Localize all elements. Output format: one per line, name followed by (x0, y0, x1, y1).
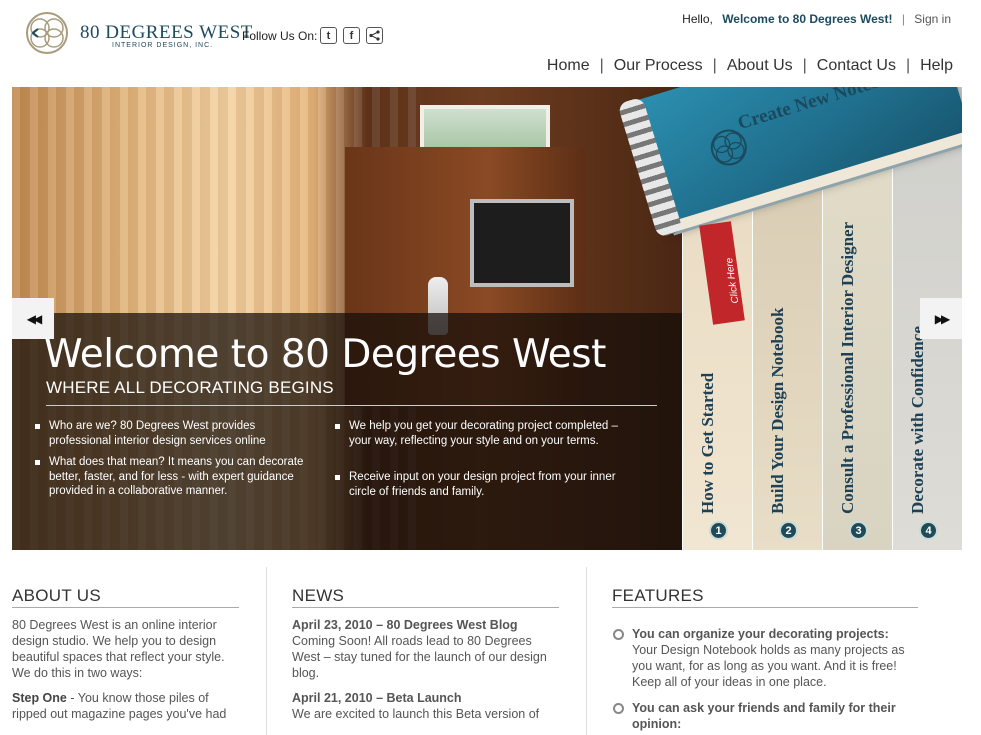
greeting-separator: | (901, 12, 905, 26)
hero-bullet: Receive input on your design project fro… (335, 470, 629, 499)
step-number: 2 (779, 521, 798, 540)
nav-separator: | (905, 57, 911, 74)
nav-about-us[interactable]: About Us (727, 57, 793, 74)
news-item-text: Coming Soon! All roads lead to 80 Degree… (292, 634, 547, 680)
features-section: FEATURES You can organize your decoratin… (612, 567, 918, 735)
news-item: April 23, 2010 – 80 Degrees West Blog Com… (292, 617, 559, 681)
step-label: How to Get Started (697, 372, 717, 514)
nav-contact-us[interactable]: Contact Us (817, 57, 896, 74)
news-item-title[interactable]: April 23, 2010 – 80 Degrees West Blog (292, 618, 518, 632)
about-section: ABOUT US 80 Degrees West is an online in… (12, 567, 239, 735)
feature-item: You can organize your decorating project… (612, 626, 918, 690)
hero-bullet: Who are we? 80 Degrees West provides pro… (35, 419, 314, 448)
column-divider (586, 567, 587, 735)
step-one-label: Step One (12, 691, 67, 705)
feature-item: You can ask your friends and family for … (612, 700, 918, 732)
nav-help[interactable]: Help (920, 57, 953, 74)
nav-separator: | (802, 57, 807, 74)
news-item-text: We are excited to launch this Beta versi… (292, 707, 540, 721)
hero-slider: Welcome to 80 Degrees West WHERE ALL DEC… (12, 87, 962, 550)
feature-title: You can ask your friends and family for … (632, 701, 896, 731)
news-item: April 21, 2010 – Beta Launch We are excit… (292, 690, 559, 722)
about-intro: 80 Degrees West is an online interior de… (12, 618, 225, 680)
hero-subtitle: WHERE ALL DECORATING BEGINS (46, 378, 334, 397)
news-item-title[interactable]: April 21, 2010 – Beta Launch (292, 691, 462, 705)
step-number: 4 (919, 521, 938, 540)
user-greeting: Hello, Welcome to 80 Degrees West! | Sig… (682, 12, 951, 26)
about-heading: ABOUT US (12, 586, 239, 608)
next-arrow-button[interactable]: ▶▶ (920, 298, 962, 339)
hello-text: Hello, (682, 12, 713, 26)
main-nav: Home | Our Process | About Us | Contact Us | Hel… (547, 57, 953, 75)
step-label: Build Your Design Notebook (767, 307, 787, 514)
site-logo[interactable]: 80 DEGREES WEST INTERIOR DESIGN, INC. (24, 10, 252, 56)
facebook-icon[interactable]: f (343, 27, 360, 44)
share-icon[interactable] (366, 27, 383, 44)
nav-our-process[interactable]: Our Process (614, 57, 703, 74)
prev-arrow-button[interactable]: ◀◀ (12, 298, 54, 339)
follow-us-label: Follow Us On: (242, 29, 318, 43)
hero-title: Welcome to 80 Degrees West (44, 332, 606, 377)
hero-divider (46, 405, 657, 406)
sign-in-link[interactable]: Sign in (914, 12, 951, 26)
step-label: Consult a Professional Interior Designer (837, 221, 857, 514)
step-number: 1 (709, 521, 728, 540)
step-label: Decorate with Confidence (907, 326, 927, 514)
feature-text: Your Design Notebook holds as many proje… (632, 643, 905, 689)
feature-title: You can organize your decorating project… (632, 627, 889, 641)
logo-emblem-icon (26, 12, 68, 54)
hero-bullet: What does that mean? It means you can de… (35, 455, 314, 499)
column-divider (266, 567, 267, 735)
hero-bullet: We help you get your decorating project … (335, 419, 629, 448)
tv-image (470, 199, 574, 287)
news-heading: NEWS (292, 586, 559, 608)
nav-separator: | (599, 57, 604, 74)
features-heading: FEATURES (612, 586, 918, 608)
news-section: NEWS April 23, 2010 – 80 Degrees West Bl… (292, 567, 559, 735)
logo-subtitle: INTERIOR DESIGN, INC. (112, 42, 214, 49)
step-number: 3 (849, 521, 868, 540)
nav-separator: | (712, 57, 717, 74)
nav-home[interactable]: Home (547, 57, 590, 74)
twitter-icon[interactable]: t (320, 27, 337, 44)
welcome-link[interactable]: Welcome to 80 Degrees West! (722, 12, 892, 26)
header: 80 DEGREES WEST INTERIOR DESIGN, INC. Fo… (0, 0, 981, 86)
logo-name: 80 DEGREES WEST (80, 22, 253, 43)
about-step-one: Step One - You know those piles of rippe… (12, 690, 239, 722)
